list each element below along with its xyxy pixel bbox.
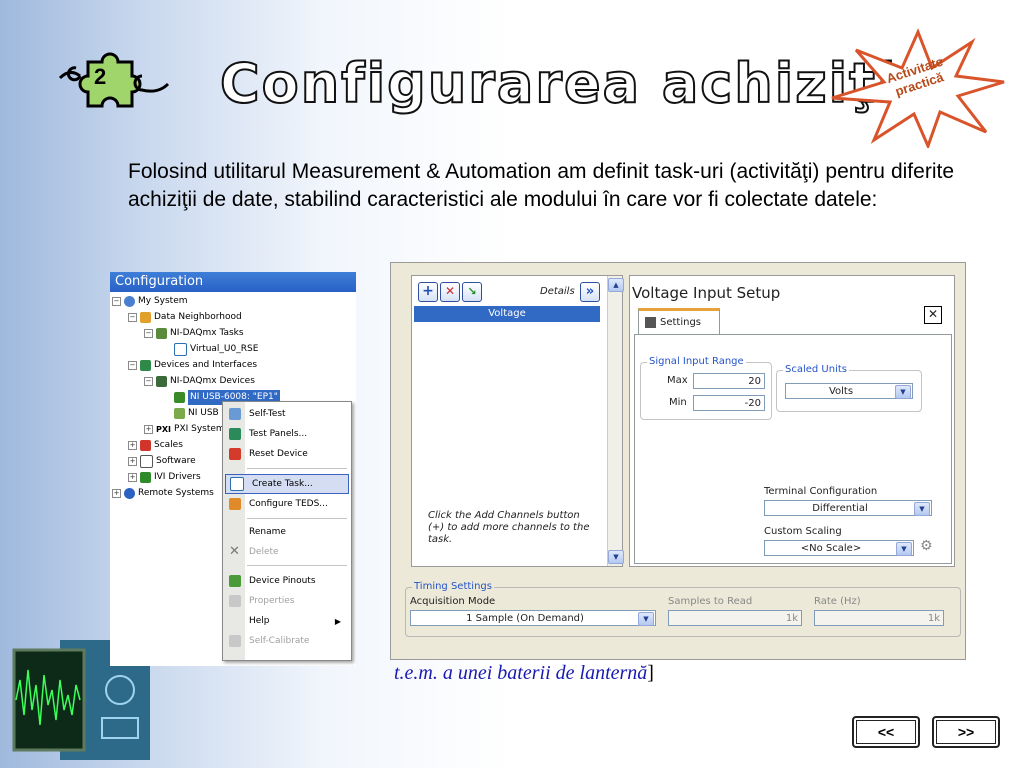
channel-scrollbar[interactable]: ▲ ▼ bbox=[607, 276, 624, 566]
tree-item-usb-device[interactable]: NI USB bbox=[174, 406, 219, 421]
chevron-down-icon: ▼ bbox=[914, 502, 930, 516]
scales-icon bbox=[140, 440, 151, 451]
remote-systems-icon bbox=[124, 488, 135, 499]
add-channels-hint: Click the Add Channels button (+) to add… bbox=[428, 510, 590, 545]
system-icon bbox=[124, 296, 135, 307]
delete-icon: ✕ bbox=[229, 544, 240, 559]
settings-tab[interactable]: Settings bbox=[638, 308, 720, 334]
setup-title: Voltage Input Setup bbox=[632, 284, 781, 302]
submenu-arrow-icon: ▶ bbox=[334, 616, 341, 626]
signal-input-range-group: Signal Input Range Max 20 Min -20 bbox=[640, 356, 772, 420]
usb-device-icon bbox=[174, 408, 185, 419]
tasks-folder-icon bbox=[156, 328, 167, 339]
configuration-header: Configuration bbox=[110, 272, 356, 292]
voltage-setup-screenshot: + ✕ ↘ Details » Voltage ▲ ▼ Click the Ad… bbox=[390, 262, 966, 660]
pinouts-icon bbox=[229, 575, 241, 587]
intro-paragraph: Folosind utilitarul Measurement & Automa… bbox=[128, 160, 954, 211]
usb-device-icon bbox=[174, 392, 185, 403]
menu-item-test-panels[interactable]: Test Panels... bbox=[225, 425, 347, 443]
menu-item-rename[interactable]: Rename bbox=[225, 523, 347, 541]
tree-item-software[interactable]: + Software bbox=[128, 454, 196, 469]
tree-item-daqmx-tasks[interactable]: − NI-DAQmx Tasks bbox=[144, 326, 244, 341]
tree-item-data-neighborhood[interactable]: − Data Neighborhood bbox=[128, 310, 242, 325]
tree-item-my-system[interactable]: − My System bbox=[112, 294, 188, 309]
data-neighborhood-icon bbox=[140, 312, 151, 323]
properties-icon bbox=[229, 595, 241, 607]
channel-options-button[interactable]: ↘ bbox=[462, 282, 482, 302]
task-icon bbox=[174, 343, 187, 356]
scaled-units-select[interactable]: Volts ▼ bbox=[785, 383, 913, 399]
settings-icon bbox=[645, 317, 656, 328]
reset-icon bbox=[229, 448, 241, 460]
devices-icon bbox=[140, 360, 151, 371]
remove-channel-button[interactable]: ✕ bbox=[440, 282, 460, 302]
menu-item-properties[interactable]: Properties bbox=[225, 592, 347, 610]
chevron-down-icon: ▼ bbox=[896, 542, 912, 556]
puzzle-piece-icon bbox=[58, 52, 170, 108]
menu-item-self-calibrate[interactable]: Self-Calibrate bbox=[225, 632, 347, 650]
channel-list-panel: + ✕ ↘ Details » Voltage ▲ ▼ Click the Ad… bbox=[411, 275, 624, 567]
pxi-icon: PXI bbox=[156, 425, 172, 434]
details-label: Details bbox=[540, 286, 575, 297]
test-panels-icon bbox=[229, 428, 241, 440]
software-icon bbox=[140, 455, 153, 468]
chevron-down-icon: ▼ bbox=[895, 385, 911, 399]
create-task-icon bbox=[230, 477, 244, 491]
add-channel-button[interactable]: + bbox=[418, 282, 438, 302]
details-toggle-button[interactable]: » bbox=[580, 282, 600, 302]
chevron-down-icon: ▼ bbox=[638, 612, 654, 626]
tree-item-remote-systems[interactable]: + Remote Systems bbox=[112, 486, 214, 501]
menu-item-self-test[interactable]: Self-Test bbox=[225, 405, 347, 423]
scaled-units-group: Scaled Units Volts ▼ bbox=[776, 364, 922, 412]
previous-slide-button[interactable]: << bbox=[852, 716, 920, 748]
rate-input[interactable]: 1k bbox=[814, 610, 944, 626]
max-input[interactable]: 20 bbox=[693, 373, 765, 389]
terminal-config-select[interactable]: Differential ▼ bbox=[764, 500, 932, 516]
menu-item-delete[interactable]: ✕ Delete bbox=[225, 543, 347, 561]
close-icon[interactable]: ✕ bbox=[924, 306, 942, 324]
next-slide-button[interactable]: >> bbox=[932, 716, 1000, 748]
menu-item-reset-device[interactable]: Reset Device bbox=[225, 445, 347, 463]
voltage-setup-panel: Voltage Input Setup Settings ✕ Signal In… bbox=[629, 275, 955, 567]
wrench-icon[interactable]: ⚙ bbox=[920, 538, 933, 554]
samples-to-read-input[interactable]: 1k bbox=[668, 610, 802, 626]
caption: t.e.m. a unei baterii de lanternă] bbox=[394, 662, 654, 684]
timing-settings-group: Timing Settings Acquisition Mode 1 Sampl… bbox=[405, 581, 961, 637]
self-test-icon bbox=[229, 408, 241, 420]
teds-icon bbox=[229, 498, 241, 510]
tree-item-devices-interfaces[interactable]: − Devices and Interfaces bbox=[128, 358, 257, 373]
menu-item-configure-teds[interactable]: Configure TEDS... bbox=[225, 495, 347, 513]
puzzle-number: 2 bbox=[94, 64, 107, 89]
device-context-menu: Self-Test Test Panels... Reset Device Cr… bbox=[222, 401, 352, 661]
menu-item-help[interactable]: Help ▶ bbox=[225, 612, 347, 630]
tree-item-ivi-drivers[interactable]: + IVI Drivers bbox=[128, 470, 201, 485]
tree-item-pxi-system[interactable]: + PXI PXI System bbox=[144, 422, 225, 437]
menu-item-device-pinouts[interactable]: Device Pinouts bbox=[225, 572, 347, 590]
acquisition-mode-select[interactable]: 1 Sample (On Demand) ▼ bbox=[410, 610, 656, 626]
tree-item-virtual-task[interactable]: Virtual_U0_RSE bbox=[174, 342, 258, 357]
menu-item-create-task[interactable]: Create Task... bbox=[225, 474, 349, 494]
ivi-drivers-icon bbox=[140, 472, 151, 483]
min-input[interactable]: -20 bbox=[693, 395, 765, 411]
devices-folder-icon bbox=[156, 376, 167, 387]
tree-item-scales[interactable]: + Scales bbox=[128, 438, 183, 453]
tree-item-daqmx-devices[interactable]: − NI-DAQmx Devices bbox=[144, 374, 255, 389]
custom-scaling-select[interactable]: <No Scale> ▼ bbox=[764, 540, 914, 556]
self-calibrate-icon bbox=[229, 635, 241, 647]
channel-list-item[interactable]: Voltage bbox=[414, 306, 600, 322]
